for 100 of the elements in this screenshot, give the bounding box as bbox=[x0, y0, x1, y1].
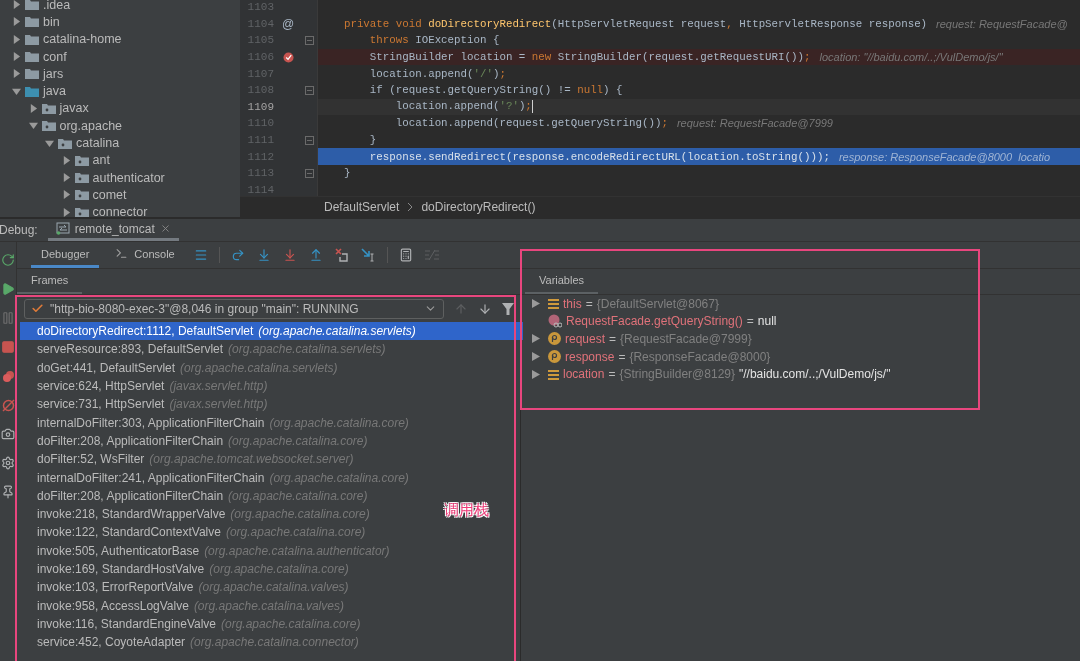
tree-item[interactable]: jars bbox=[0, 65, 240, 83]
menu-icon[interactable] bbox=[193, 248, 208, 262]
folder-icon bbox=[74, 189, 89, 201]
code-text: location.append(request.getQueryString()); bbox=[394, 117, 668, 130]
variable-row[interactable]: request = {RequestFacade@7999} bbox=[527, 330, 756, 348]
stop-icon[interactable] bbox=[1, 340, 15, 354]
variable-row[interactable]: location = {StringBuilder@8129} "//baidu.com/..;/VulDemo/js/" bbox=[527, 365, 895, 383]
expand-arrow-icon[interactable] bbox=[12, 17, 21, 27]
stack-frame[interactable]: internalDoFilter:241, ApplicationFilterChain (org.apache.catalina.core) bbox=[20, 468, 415, 487]
tree-item[interactable]: catalina bbox=[0, 134, 240, 152]
variable-row[interactable]: response = {ResponseFacade@8000} bbox=[527, 347, 775, 366]
tree-item[interactable]: .idea bbox=[0, 0, 240, 14]
thread-dropdown[interactable]: "http-bio-8080-exec-3"@8,046 in group "main": RUNNING bbox=[24, 298, 444, 319]
arrow-down-icon[interactable] bbox=[478, 301, 492, 316]
stack-frame[interactable]: doFilter:208, ApplicationFilterChain (org.apache.catalina.core) bbox=[20, 486, 374, 505]
folder-icon bbox=[58, 137, 72, 149]
stack-frame[interactable]: invoke:218, StandardWrapperValve (org.apache.catalina.core) bbox=[20, 504, 376, 524]
tree-item[interactable]: bin bbox=[0, 13, 240, 31]
stack-frame[interactable]: serveResource:893, DefaultServlet (org.apache.catalina.servlets) bbox=[20, 340, 392, 359]
fold-icon[interactable] bbox=[304, 36, 314, 45]
code-text: } bbox=[342, 167, 351, 180]
expand-arrow-icon[interactable] bbox=[12, 34, 21, 44]
debugger-tab[interactable]: Console bbox=[105, 242, 185, 268]
tree-item[interactable]: org.apache bbox=[0, 117, 240, 135]
folder-icon bbox=[25, 85, 39, 97]
resume-icon[interactable] bbox=[1, 282, 15, 296]
inline-value-hint: request: RequestFacade@ bbox=[936, 17, 1068, 30]
expand-arrow-icon[interactable] bbox=[12, 0, 21, 10]
expand-arrow-icon[interactable] bbox=[61, 207, 71, 217]
line-number: 1109 bbox=[246, 100, 274, 113]
stack-frame[interactable]: invoke:505, AuthenticatorBase (org.apache.catalina.authenticator) bbox=[20, 541, 396, 560]
force-step-into-icon[interactable] bbox=[282, 248, 297, 262]
stack-frame[interactable]: invoke:122, StandardContextValve (org.apache.catalina.core) bbox=[20, 523, 372, 542]
folder-icon bbox=[74, 172, 89, 184]
collapse-arrow-icon[interactable] bbox=[28, 121, 38, 131]
variable-row[interactable]: RequestFacade.getQueryString() = null bbox=[527, 312, 781, 331]
expand-arrow-icon[interactable] bbox=[532, 352, 540, 362]
tree-item[interactable]: ant bbox=[0, 151, 240, 169]
fold-icon[interactable] bbox=[304, 135, 314, 145]
settings-icon[interactable] bbox=[1, 456, 15, 470]
breadcrumb[interactable]: DefaultServlet bbox=[324, 200, 400, 214]
stack-frame[interactable]: invoke:958, AccessLogValve (org.apache.catalina.valves) bbox=[20, 596, 350, 615]
filter-icon[interactable] bbox=[502, 302, 514, 315]
run-to-cursor-icon[interactable] bbox=[360, 248, 376, 262]
breakpoints-icon[interactable] bbox=[1, 369, 15, 383]
expand-arrow-icon[interactable] bbox=[532, 299, 540, 309]
close-icon[interactable] bbox=[159, 223, 171, 234]
variable-row[interactable]: this = {DefaultServlet@8067} bbox=[527, 295, 723, 313]
breadcrumb[interactable]: doDirectoryRedirect() bbox=[421, 200, 536, 214]
drop-frame-icon[interactable] bbox=[334, 248, 349, 262]
rerun-icon[interactable] bbox=[1, 253, 15, 267]
expand-arrow-icon[interactable] bbox=[12, 69, 21, 79]
step-out-icon[interactable] bbox=[308, 248, 323, 262]
debug-label: Debug: bbox=[0, 223, 38, 237]
tree-item[interactable]: connector bbox=[0, 203, 240, 217]
debugger-tab[interactable]: Debugger bbox=[31, 242, 100, 268]
expand-arrow-icon[interactable] bbox=[61, 190, 71, 200]
stack-frame[interactable]: service:624, HttpServlet (javax.servlet.http) bbox=[20, 376, 274, 396]
expand-arrow-icon[interactable] bbox=[12, 52, 21, 62]
stack-frame[interactable]: doFilter:208, ApplicationFilterChain (org.apache.catalina.core) bbox=[20, 431, 374, 451]
tree-item[interactable]: catalina-home bbox=[0, 30, 240, 48]
variables-tab[interactable]: Variables bbox=[525, 274, 599, 294]
tree-item[interactable]: authenticator bbox=[0, 168, 240, 187]
stack-frame[interactable]: invoke:116, StandardEngineValve (org.apache.catalina.core) bbox=[20, 614, 367, 634]
pin-icon[interactable] bbox=[1, 485, 15, 499]
tree-item[interactable]: java bbox=[0, 82, 240, 100]
stack-frame[interactable]: service:731, HttpServlet (javax.servlet.http) bbox=[20, 395, 274, 414]
session-tab[interactable]: remote_tomcat bbox=[47, 219, 179, 241]
step-over-icon[interactable] bbox=[230, 248, 245, 262]
step-into-icon[interactable] bbox=[256, 248, 271, 262]
stack-frame[interactable]: doGet:441, DefaultServlet (org.apache.catalina.servlets) bbox=[20, 358, 344, 377]
tree-item[interactable]: comet bbox=[0, 186, 240, 204]
stack-frame[interactable]: doDirectoryRedirect:1112, DefaultServlet (org.apache.catalina.servlets) bbox=[20, 322, 523, 341]
expand-arrow-icon[interactable] bbox=[61, 155, 71, 165]
expand-arrow-icon[interactable] bbox=[61, 173, 71, 183]
stack-frame[interactable]: doFilter:52, WsFilter (org.apache.tomcat.websocket.server) bbox=[20, 450, 360, 469]
folder-icon bbox=[25, 51, 39, 63]
fold-icon[interactable] bbox=[304, 168, 314, 178]
collapse-arrow-icon[interactable] bbox=[12, 86, 21, 96]
stack-frame[interactable]: invoke:103, ErrorReportValve (org.apache.catalina.valves) bbox=[20, 578, 355, 597]
frames-tab[interactable]: Frames bbox=[17, 274, 83, 294]
inline-value-hint: response: ResponseFacade@8000 locatio bbox=[838, 150, 1050, 163]
camera-icon[interactable] bbox=[1, 427, 15, 441]
code-text: } bbox=[368, 134, 377, 147]
expand-arrow-icon[interactable] bbox=[532, 369, 540, 379]
override-marker[interactable]: @ bbox=[281, 16, 295, 31]
tree-item[interactable]: conf bbox=[0, 47, 240, 66]
stack-frame[interactable]: invoke:169, StandardHostValve (org.apache.catalina.core) bbox=[20, 559, 355, 579]
expand-arrow-icon[interactable] bbox=[532, 334, 540, 344]
tree-item[interactable]: javax bbox=[0, 99, 240, 118]
stack-frame[interactable]: internalDoFilter:303, ApplicationFilterChain (org.apache.catalina.core) bbox=[20, 413, 415, 432]
fold-icon[interactable] bbox=[304, 85, 314, 95]
collapse-arrow-icon[interactable] bbox=[45, 138, 54, 148]
stack-frame[interactable]: service:452, CoyoteAdapter (org.apache.catalina.connector) bbox=[20, 633, 365, 652]
breakpoint-icon[interactable] bbox=[282, 51, 294, 63]
expand-arrow-icon[interactable] bbox=[28, 103, 38, 113]
calculator-icon[interactable] bbox=[398, 248, 413, 262]
console-icon bbox=[115, 247, 129, 260]
mute-breakpoints-icon[interactable] bbox=[1, 398, 15, 412]
check-icon bbox=[31, 302, 44, 315]
